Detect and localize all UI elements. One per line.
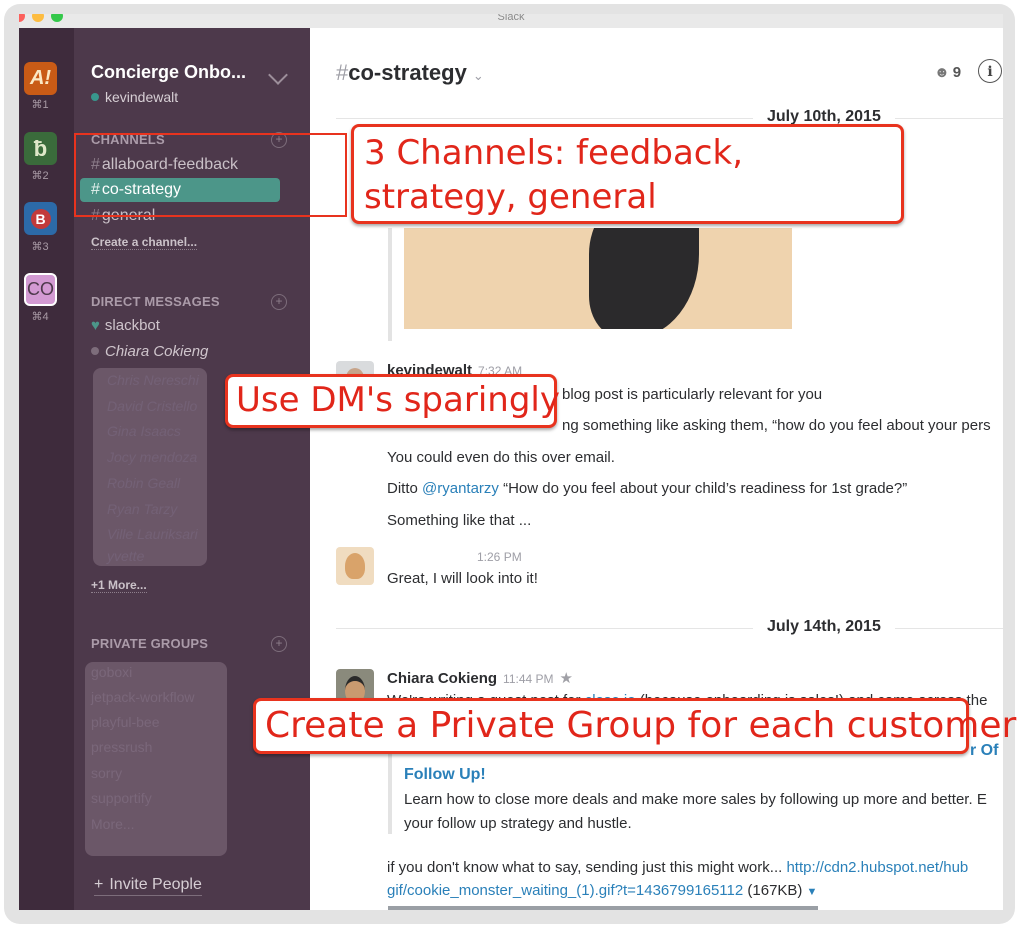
team-icon-1[interactable]: A! bbox=[24, 62, 57, 95]
annotation-dm: Use DM's sparingly bbox=[225, 374, 560, 428]
team-icon-3[interactable]: B bbox=[24, 202, 57, 235]
link[interactable]: http://cdn2.hubspot.net/hub bbox=[786, 859, 968, 876]
add-dm-icon[interactable]: + bbox=[271, 294, 287, 310]
team-icon-2[interactable]: ƀ bbox=[24, 132, 57, 165]
date-label: July 14th, 2015 bbox=[753, 618, 895, 636]
team-shortcut-1: ⌘1 bbox=[31, 99, 49, 111]
attachment-description: your follow up strategy and hustle. bbox=[404, 815, 632, 832]
avatar-user[interactable] bbox=[336, 547, 374, 585]
day-divider bbox=[336, 118, 1003, 119]
person-icon: ☻ bbox=[934, 64, 950, 81]
message-line: Something like that ... bbox=[387, 512, 532, 529]
attachment-description: Learn how to close more deals and make m… bbox=[404, 791, 987, 808]
attachment-bar bbox=[388, 228, 392, 341]
team-shortcut-2: ⌘2 bbox=[31, 170, 49, 182]
annotation-groups: Create a Private Group for each customer bbox=[253, 698, 1016, 754]
blurred-dm[interactable]: Chris Nereschi bbox=[107, 372, 199, 388]
dm-chiara[interactable]: Chiara Cokieng bbox=[91, 343, 208, 360]
message-line: You could even do this over email. bbox=[387, 449, 615, 466]
hash-icon: # bbox=[336, 60, 349, 85]
message-author[interactable]: Chiara Cokieng 11:44 PM ★ bbox=[387, 669, 573, 687]
avatar-face bbox=[345, 553, 365, 579]
blurred-dm[interactable]: David Cristello bbox=[107, 398, 197, 414]
blurred-group[interactable]: jetpack-workflow bbox=[91, 689, 194, 705]
heart-icon: ♥ bbox=[91, 317, 100, 334]
channel-info-icon[interactable]: i bbox=[978, 59, 1002, 83]
image-silhouette bbox=[589, 228, 699, 329]
add-group-icon[interactable]: + bbox=[271, 636, 287, 652]
blurred-dm[interactable]: Ryan Tarzy bbox=[107, 501, 177, 517]
close-window-button[interactable] bbox=[19, 14, 25, 22]
attachment-title[interactable]: Follow Up! bbox=[404, 766, 486, 784]
message-line: ng something like asking them, “how do y… bbox=[562, 417, 991, 434]
caret-down-icon[interactable]: ▼ bbox=[806, 886, 817, 898]
team-icon-4[interactable]: CO bbox=[24, 273, 57, 306]
presence-icon bbox=[91, 93, 99, 101]
dm-slackbot[interactable]: ♥ slackbot bbox=[91, 317, 160, 334]
blurred-dm[interactable]: Ville Lauriksari bbox=[107, 526, 198, 542]
window-title: Slack bbox=[497, 14, 525, 23]
chevron-down-icon: ⌄ bbox=[472, 68, 484, 83]
invite-people-button[interactable]: + Invite People bbox=[94, 876, 202, 896]
blurred-dm[interactable]: Robin Geall bbox=[107, 475, 180, 491]
message-line: blog post is particularly relevant for y… bbox=[562, 386, 823, 403]
day-divider bbox=[336, 628, 1003, 629]
message-time[interactable]: 1:26 PM bbox=[477, 550, 522, 564]
minimize-window-button[interactable] bbox=[32, 14, 44, 22]
link[interactable]: gif/cookie_monster_waiting_(1).gif?t=143… bbox=[387, 882, 743, 899]
team-shortcut-4: ⌘4 bbox=[31, 311, 49, 323]
presence-icon bbox=[91, 347, 99, 355]
plus-icon: + bbox=[94, 876, 104, 893]
message-line: Great, I will look into it! bbox=[387, 570, 538, 587]
dm-header[interactable]: DIRECT MESSAGES bbox=[91, 294, 220, 309]
blurred-group[interactable]: playful-bee bbox=[91, 714, 160, 730]
user-mention[interactable]: @ryantarzy bbox=[422, 480, 499, 497]
create-channel-link[interactable]: Create a channel... bbox=[91, 235, 198, 250]
blurred-group[interactable]: supportify bbox=[91, 790, 152, 806]
attachment-bar bbox=[388, 740, 392, 834]
attachment-image[interactable] bbox=[404, 228, 792, 329]
zoom-window-button[interactable] bbox=[51, 14, 63, 22]
title-bar: Slack bbox=[19, 14, 1003, 28]
current-user: kevindewalt bbox=[91, 89, 178, 105]
blurred-dm[interactable]: yvette bbox=[107, 548, 144, 564]
message-line: Ditto @ryantarzy “How do you feel about … bbox=[387, 480, 908, 497]
blurred-dm[interactable]: Jocy mendoza bbox=[107, 449, 197, 465]
message-time[interactable]: 11:44 PM bbox=[503, 672, 553, 686]
gif-preview[interactable] bbox=[388, 906, 818, 910]
blurred-group-list: goboxi jetpack-workflow playful-bee pres… bbox=[85, 662, 227, 856]
team-shortcut-3: ⌘3 bbox=[31, 241, 49, 253]
team-switcher: A! ⌘1 ƀ ⌘2 B ⌘3 CO ⌘4 bbox=[19, 28, 74, 910]
team-name[interactable]: Concierge Onbo... bbox=[91, 62, 246, 83]
blurred-group[interactable]: sorry bbox=[91, 765, 122, 781]
blurred-dm-list: Chris Nereschi David Cristello Gina Isaa… bbox=[93, 368, 207, 566]
message-line: if you don't know what to say, sending j… bbox=[387, 859, 969, 876]
channels-highlight bbox=[74, 133, 347, 217]
blurred-group[interactable]: pressrush bbox=[91, 739, 152, 755]
member-count[interactable]: ☻ 9 bbox=[934, 64, 961, 81]
blurred-group[interactable]: goboxi bbox=[91, 664, 132, 680]
star-icon[interactable]: ★ bbox=[560, 670, 573, 687]
blurred-group[interactable]: More... bbox=[91, 816, 135, 832]
annotation-channels: 3 Channels: feedback, strategy, general bbox=[351, 124, 904, 224]
blurred-dm[interactable]: Gina Isaacs bbox=[107, 423, 181, 439]
message-line: gif/cookie_monster_waiting_(1).gif?t=143… bbox=[387, 882, 818, 899]
private-groups-header[interactable]: PRIVATE GROUPS bbox=[91, 636, 208, 651]
channel-title[interactable]: #co-strategy ⌄ bbox=[336, 60, 484, 86]
more-dms-link[interactable]: +1 More... bbox=[91, 578, 147, 593]
chevron-down-icon[interactable] bbox=[268, 65, 288, 85]
